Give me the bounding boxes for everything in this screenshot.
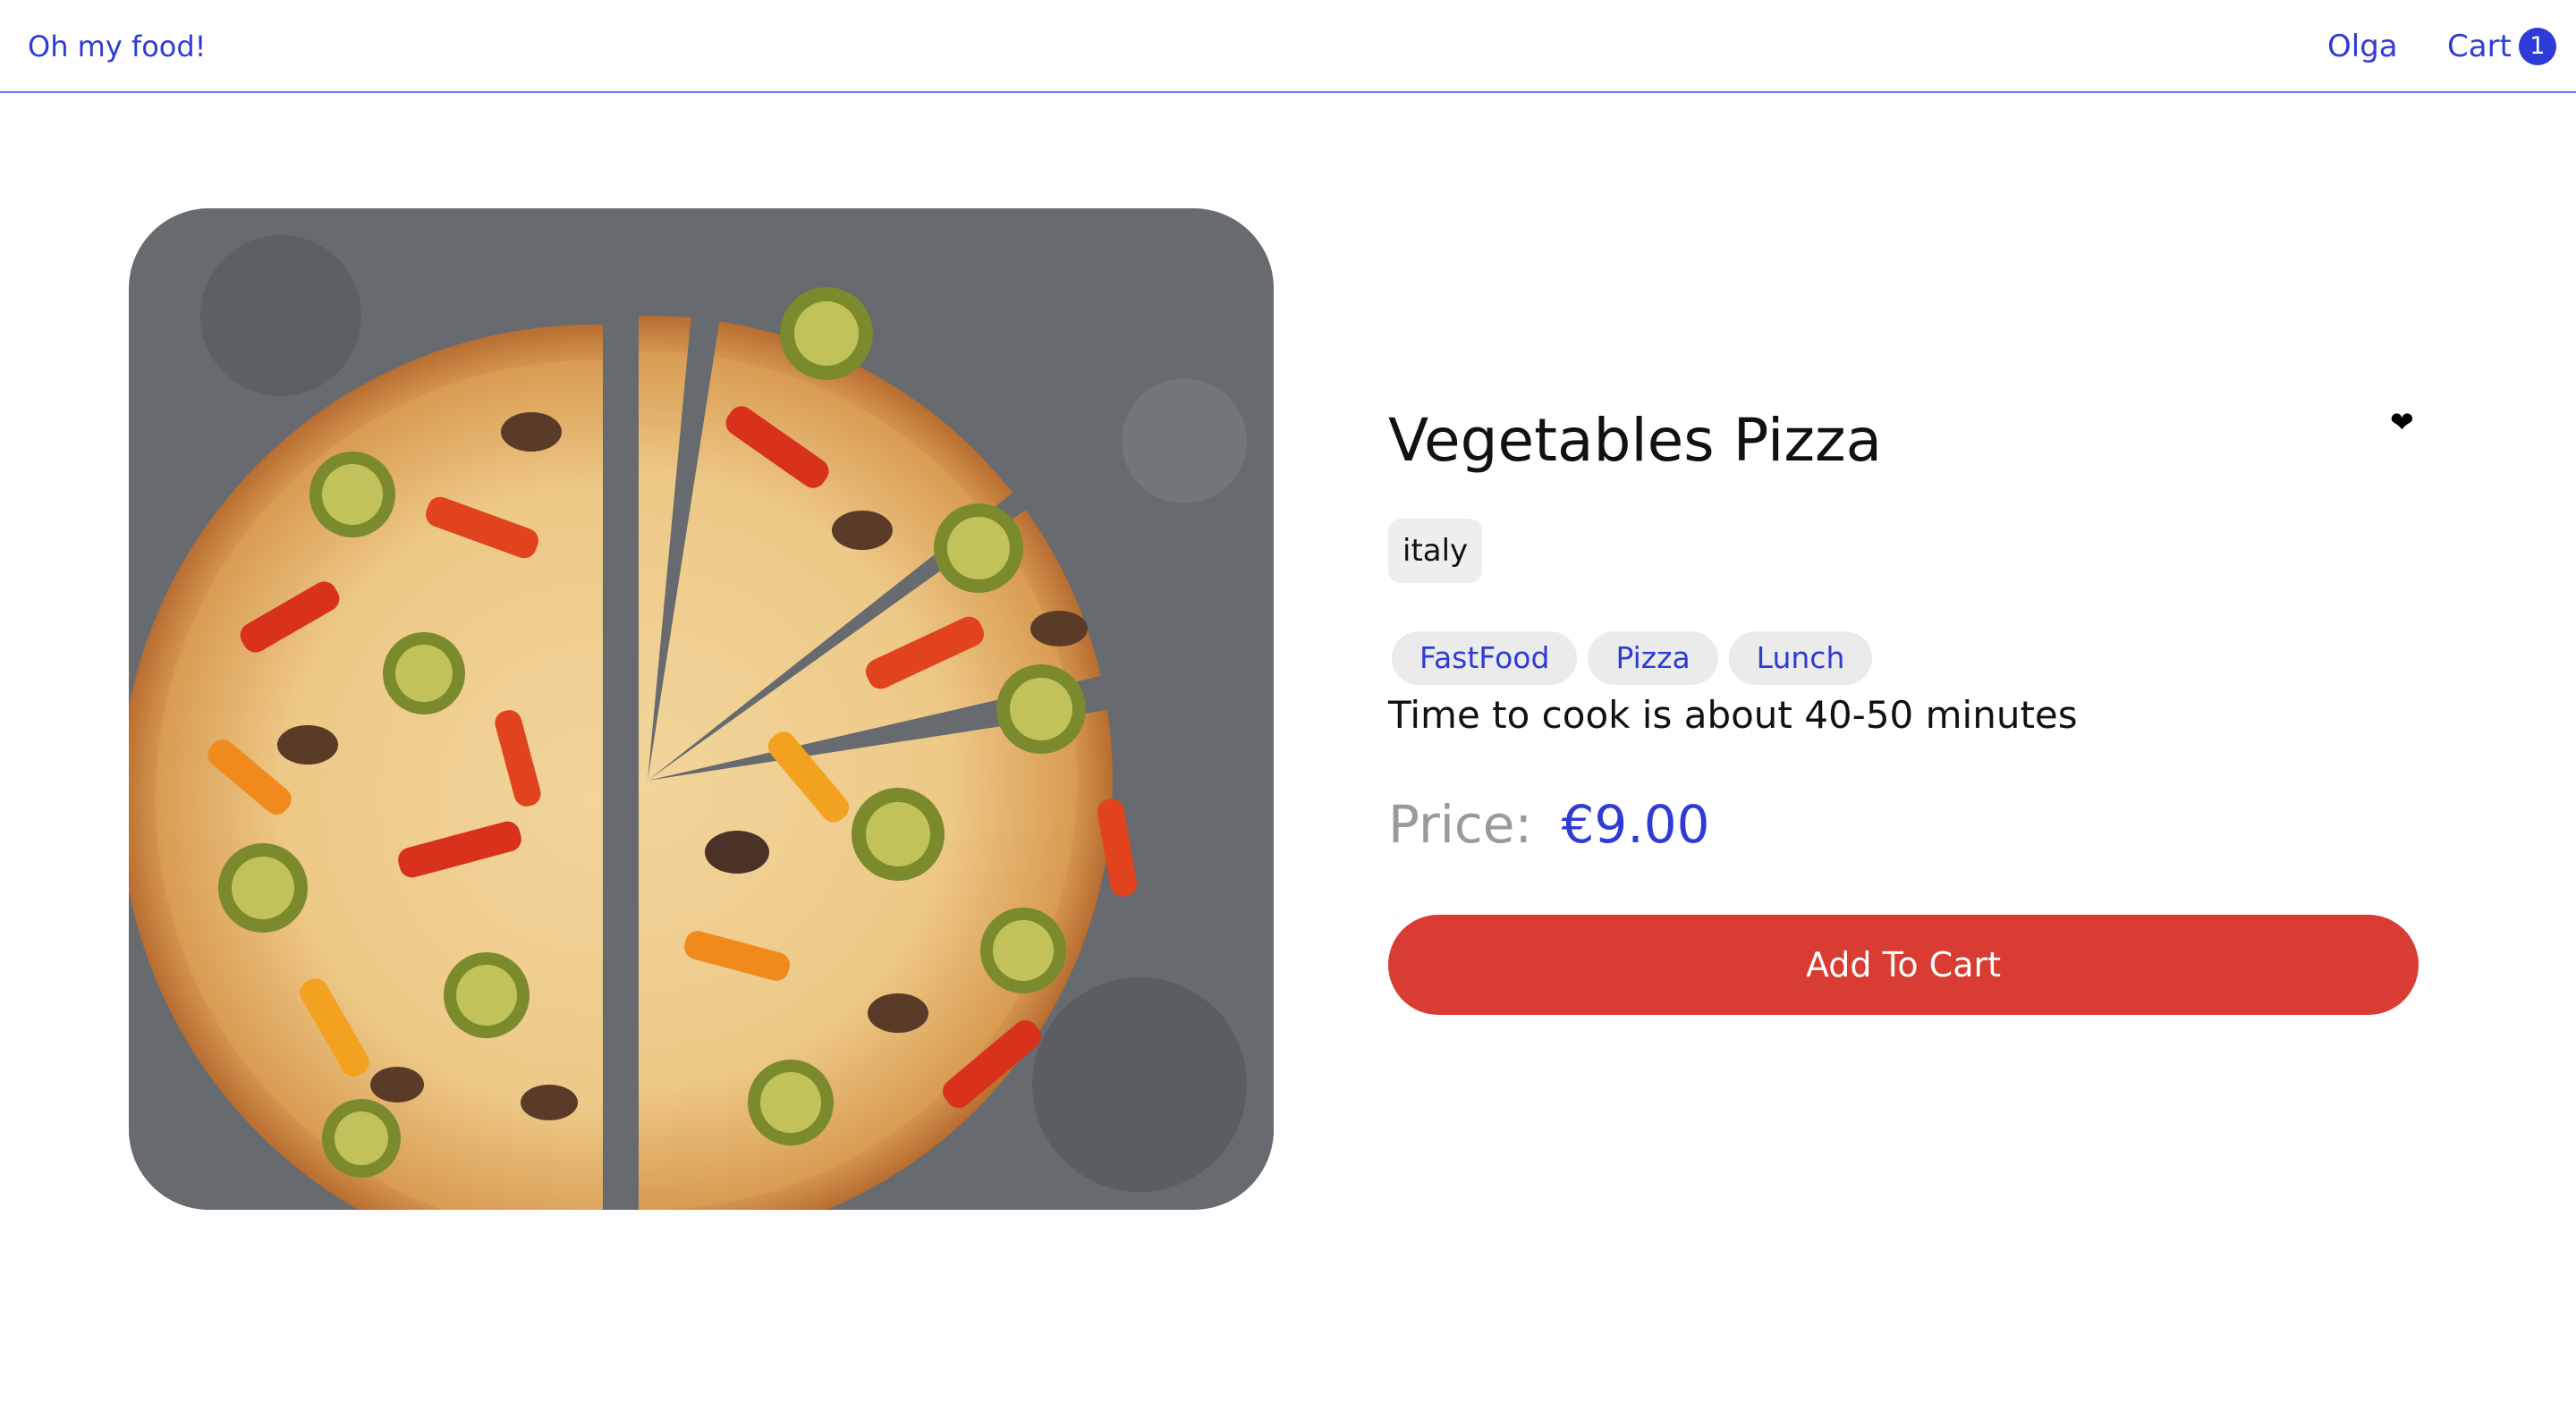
tag-lunch[interactable]: Lunch [1728,631,1873,685]
tag-fastfood[interactable]: FastFood [1392,631,1578,685]
heart-icon[interactable]: ❤ [2390,408,2420,436]
cart-count-badge: 1 [2518,28,2556,65]
food-image [129,208,1274,1210]
cart-link[interactable]: Cart 1 [2447,27,2556,66]
cook-time-text: Time to cook is about 40-50 minutes [1388,693,2078,737]
price-value: €9.00 [1561,794,1710,855]
add-to-cart-button[interactable]: Add To Cart [1388,915,2419,1015]
cart-label: Cart [2447,29,2512,64]
origin-tag: italy [1388,519,1483,583]
top-nav: Oh my food! Olga Cart 1 [0,0,2576,93]
price: Price: €9.00 [1388,790,1710,858]
brand-link[interactable]: Oh my food! [28,27,206,66]
price-label: Price: [1388,794,1533,855]
tag-list: FastFood Pizza Lunch [1392,631,1873,685]
user-menu-link[interactable]: Olga [2327,27,2398,66]
product-title: Vegetables Pizza [1388,406,1883,475]
pizza-illustration [129,208,1274,1210]
tag-pizza[interactable]: Pizza [1588,631,1718,685]
